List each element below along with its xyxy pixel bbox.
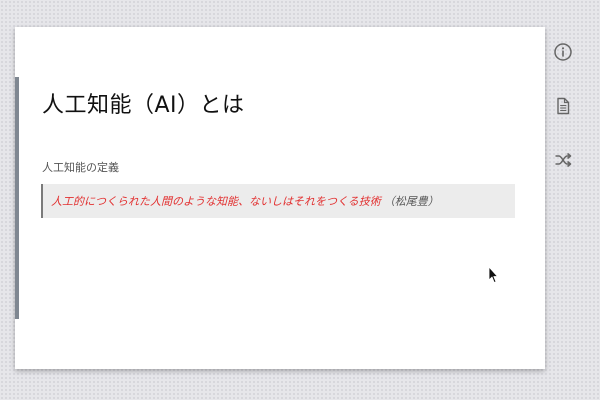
slide-title: 人工知能（AI）とは xyxy=(42,93,245,118)
mouse-cursor-icon xyxy=(488,266,498,283)
document-button[interactable] xyxy=(551,94,575,118)
side-toolbar xyxy=(551,40,575,202)
section-label: 人工知能の定義 xyxy=(42,161,119,174)
definition-quote: 人工的につくられた人間のような知能、ないしはそれをつくる技術 （松尾豊） xyxy=(41,184,515,218)
info-icon xyxy=(554,43,572,61)
shuffle-button[interactable] xyxy=(551,148,575,172)
shuffle-icon xyxy=(555,152,572,168)
document-icon xyxy=(557,97,570,115)
slide-card: 人工知能（AI）とは 人工知能の定義 人工的につくられた人間のような知能、ないし… xyxy=(15,27,545,369)
quote-source: （松尾豊） xyxy=(383,195,439,208)
left-accent-bar xyxy=(15,77,19,319)
quote-text: 人工的につくられた人間のような知能、ないしはそれをつくる技術 xyxy=(51,195,381,208)
info-button[interactable] xyxy=(551,40,575,64)
